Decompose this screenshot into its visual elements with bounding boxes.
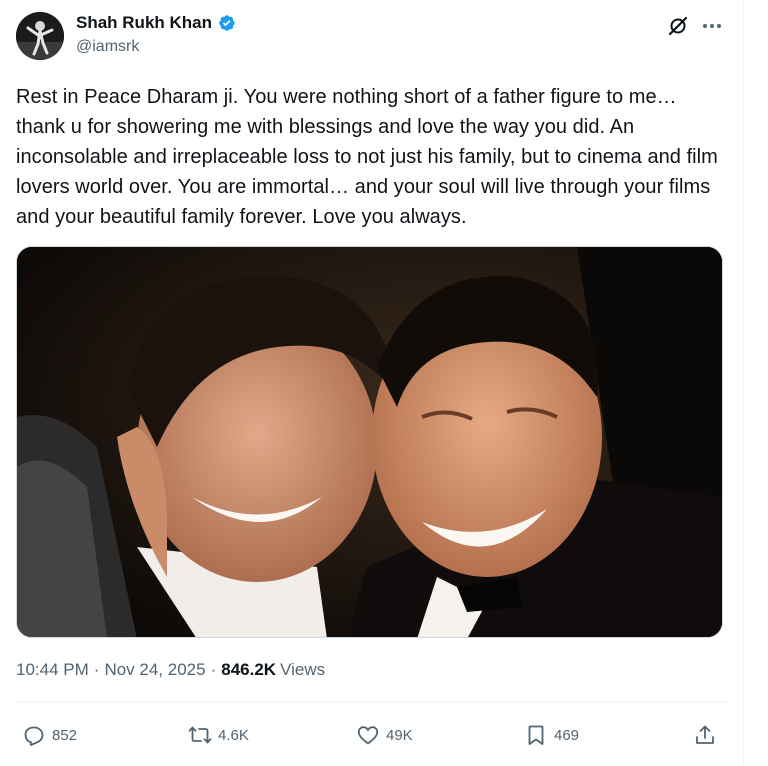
like-count: 49K [386, 726, 413, 744]
tweet-text: Rest in Peace Dharam ji. You were nothin… [16, 86, 718, 228]
tweet-meta: 10:44 PM · Nov 24, 2025 · 846.2K Views [16, 660, 325, 680]
views-label[interactable]: Views [280, 660, 325, 680]
tweet-time[interactable]: 10:44 PM [16, 660, 89, 680]
bookmark-icon [528, 725, 544, 745]
repost-count: 4.6K [218, 726, 249, 744]
avatar[interactable] [16, 12, 64, 60]
grok-icon[interactable] [666, 14, 690, 38]
meta-separator: · [93, 660, 100, 679]
author-handle[interactable]: @iamsrk [76, 38, 139, 56]
like-button[interactable]: 49K [356, 722, 413, 748]
heart-icon [357, 726, 379, 745]
bookmark-count: 469 [554, 726, 580, 744]
author-display-name[interactable]: Shah Rukh Khan [76, 13, 212, 33]
views-count[interactable]: 846.2K [221, 660, 276, 680]
tweet-date[interactable]: Nov 24, 2025 [104, 660, 205, 680]
repost-button[interactable]: 4.6K [188, 722, 249, 748]
tweet-card: Shah Rukh Khan @iamsrk Rest in Peace Dha… [0, 0, 744, 766]
bookmark-button[interactable]: 469 [524, 722, 579, 748]
column-border [743, 0, 744, 766]
tweet-photo[interactable] [16, 246, 723, 638]
meta-separator: · [210, 660, 217, 679]
divider [16, 701, 728, 702]
verified-badge-icon [216, 13, 236, 33]
repost-icon [188, 726, 212, 744]
share-icon [696, 725, 714, 744]
reply-count: 852 [52, 726, 78, 744]
author-name-row[interactable]: Shah Rukh Khan [76, 13, 236, 33]
more-dots-icon[interactable] [700, 14, 724, 38]
reply-icon [24, 726, 44, 746]
reply-button[interactable]: 852 [22, 722, 77, 748]
share-button[interactable] [693, 722, 717, 748]
